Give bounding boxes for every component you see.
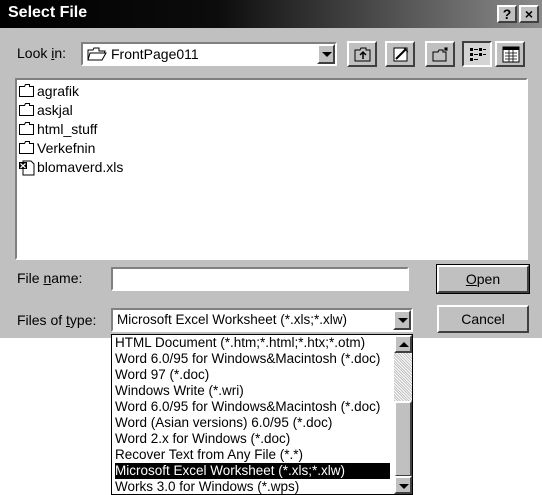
file-name: Verkefnin [37, 140, 96, 156]
chevron-down-icon [322, 52, 332, 57]
cancel-button[interactable]: Cancel [437, 305, 529, 333]
list-view-icon [470, 48, 486, 61]
new-folder-button[interactable] [425, 41, 455, 67]
folder-icon [19, 84, 34, 97]
files-of-type-label: Files of type: [17, 312, 97, 328]
help-button[interactable]: ? [497, 5, 517, 23]
close-button[interactable]: × [519, 5, 539, 23]
folder-icon [19, 122, 34, 135]
dropdown-option[interactable]: Works 3.0 for Windows (*.wps) [115, 479, 299, 494]
look-in-dropdown-button[interactable] [317, 44, 335, 64]
files-of-type-combo[interactable]: Microsoft Excel Worksheet (*.xls;*.xlw) [111, 308, 413, 332]
dropdown-option[interactable]: Word 2.x for Windows (*.doc) [115, 431, 290, 447]
select-file-dialog: Select File ? × Look in: FrontPage011 ag… [0, 0, 542, 338]
dialog-title: Select File [8, 4, 88, 21]
file-name-label: File name: [17, 270, 83, 286]
look-in-value: FrontPage011 [111, 46, 199, 62]
scroll-thumb[interactable] [394, 401, 412, 477]
dropdown-option[interactable]: Word 97 (*.doc) [115, 367, 209, 383]
up-one-level-icon [354, 47, 371, 62]
folder-icon [19, 141, 34, 154]
title-bar[interactable]: Select File ? × [0, 0, 542, 28]
dropdown-scrollbar[interactable] [394, 335, 412, 494]
files-of-type-value: Microsoft Excel Worksheet (*.xls;*.xlw) [117, 312, 348, 327]
chevron-down-icon [398, 318, 408, 323]
dropdown-option[interactable]: Word (Asian versions) 6.0/95 (*.doc) [115, 415, 332, 431]
web-folder-icon [393, 47, 409, 62]
excel-file-icon [19, 160, 35, 176]
details-view-icon [502, 46, 520, 63]
dropdown-option[interactable]: Word 6.0/95 for Windows&Macintosh (*.doc… [115, 399, 380, 415]
files-of-type-dropdown-button[interactable] [393, 310, 411, 330]
folder-icon [19, 103, 34, 116]
file-name: html_stuff [37, 121, 98, 137]
open-folder-icon [87, 47, 107, 61]
dropdown-option[interactable]: Word 6.0/95 for Windows&Macintosh (*.doc… [115, 351, 380, 367]
dropdown-option-selected[interactable]: Microsoft Excel Worksheet (*.xls;*.xlw) [115, 463, 390, 479]
files-of-type-dropdown-list[interactable]: HTML Document (*.htm;*.html;*.htx;*.otm)… [111, 334, 413, 495]
dropdown-option[interactable]: HTML Document (*.htm;*.html;*.htx;*.otm) [115, 335, 365, 351]
dropdown-option[interactable]: Recover Text from Any File (*.*) [115, 447, 303, 463]
new-folder-icon [432, 47, 448, 62]
open-button[interactable]: Open [436, 264, 530, 294]
scroll-up-button[interactable] [394, 335, 412, 353]
file-name-input[interactable] [111, 267, 409, 291]
file-name: askjal [37, 102, 73, 118]
dropdown-option[interactable]: Windows Write (*.wri) [115, 383, 244, 399]
details-view-button[interactable] [495, 41, 525, 67]
file-name: agrafik [37, 83, 80, 99]
look-in-combo[interactable]: FrontPage011 [81, 42, 337, 66]
look-in-label: Look in: [17, 45, 67, 61]
chevron-down-icon [399, 484, 409, 489]
up-one-level-button[interactable] [347, 41, 377, 67]
file-name: blomaverd.xls [37, 159, 124, 175]
web-folder-button[interactable] [385, 41, 415, 67]
scroll-down-button[interactable] [394, 476, 412, 494]
list-view-button[interactable] [462, 41, 492, 67]
chevron-up-icon [399, 342, 409, 347]
file-list[interactable]: agrafik askjal html_stuff Verkefnin blom… [15, 78, 528, 260]
